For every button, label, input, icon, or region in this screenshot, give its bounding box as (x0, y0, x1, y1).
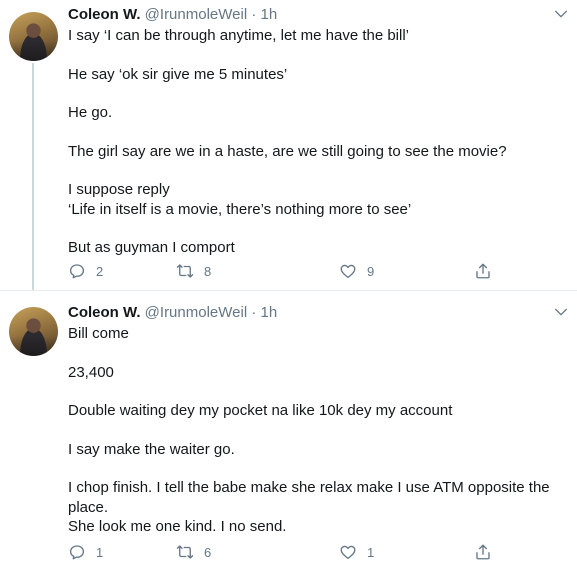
retweet-button[interactable]: 6 (176, 543, 211, 561)
chevron-down-icon[interactable] (553, 6, 569, 22)
tweet-paragraph: Double waiting dey my pocket na like 10k… (68, 402, 453, 419)
author-handle[interactable]: @IrunmoleWeil (145, 6, 247, 23)
reply-count: 1 (96, 544, 104, 560)
tweet[interactable]: Coleon W. @IrunmoleWeil · 1h Bill come 2… (0, 290, 577, 564)
retweet-icon (176, 264, 194, 278)
author-name[interactable]: Coleon W. (68, 304, 141, 321)
reply-icon (69, 545, 85, 560)
separator-dot: · (251, 304, 257, 321)
tweet-paragraph: I say ‘I can be through anytime, let me … (68, 27, 410, 44)
tweet-paragraph: He go. (68, 104, 113, 121)
tweet-text: I say ‘I can be through anytime, let me … (68, 26, 558, 277)
separator-dot: · (251, 6, 257, 23)
reply-button[interactable]: 2 (68, 262, 103, 280)
avatar[interactable] (9, 307, 58, 356)
tweet-paragraph: I suppose reply ‘Life in itself is a mov… (68, 181, 412, 218)
share-button[interactable] (474, 543, 492, 561)
tweet-paragraph: 23,400 (68, 363, 114, 381)
share-icon (476, 544, 490, 560)
avatar[interactable] (9, 12, 58, 61)
tweet[interactable]: Coleon W. @IrunmoleWeil · 1h I say ‘I ca… (0, 0, 577, 290)
tweet-header: Coleon W. @IrunmoleWeil · 1h (68, 5, 277, 25)
chevron-down-icon[interactable] (553, 304, 569, 320)
reply-count: 2 (96, 263, 104, 279)
retweet-count: 8 (204, 263, 212, 279)
tweet-paragraph: I chop finish. I tell the babe make she … (68, 479, 550, 535)
like-count: 9 (367, 263, 375, 279)
share-button[interactable] (474, 262, 492, 280)
tweet-paragraph: I say make the waiter go. (68, 440, 235, 458)
author-name[interactable]: Coleon W. (68, 6, 141, 23)
author-handle[interactable]: @IrunmoleWeil (145, 304, 247, 321)
tweet-paragraph: He say ‘ok sir give me 5 minutes’ (68, 65, 288, 83)
tweet-actions: 1 6 1 (68, 543, 498, 565)
tweet-paragraph: But as guyman I comport (68, 239, 235, 256)
tweet-header: Coleon W. @IrunmoleWeil · 1h (68, 303, 277, 323)
share-icon (476, 263, 490, 279)
retweet-button[interactable]: 8 (176, 262, 211, 280)
tweet-text: Bill come 23,400 Double waiting dey my p… (68, 324, 558, 556)
thread-connector-line (32, 63, 34, 290)
reply-button[interactable]: 1 (68, 543, 103, 561)
like-button[interactable]: 1 (339, 543, 374, 561)
like-button[interactable]: 9 (339, 262, 374, 280)
like-count: 1 (367, 544, 375, 560)
tweet-actions: 2 8 9 (68, 262, 498, 284)
retweet-icon (176, 545, 194, 559)
tweet-paragraph: The girl say are we in a haste, are we s… (68, 142, 507, 160)
tweet-timestamp[interactable]: 1h (261, 6, 278, 23)
heart-icon (340, 264, 356, 279)
retweet-count: 6 (204, 544, 212, 560)
tweet-timestamp[interactable]: 1h (261, 304, 278, 321)
tweet-paragraph: Bill come (68, 325, 129, 342)
heart-icon (340, 545, 356, 560)
reply-icon (69, 264, 85, 279)
